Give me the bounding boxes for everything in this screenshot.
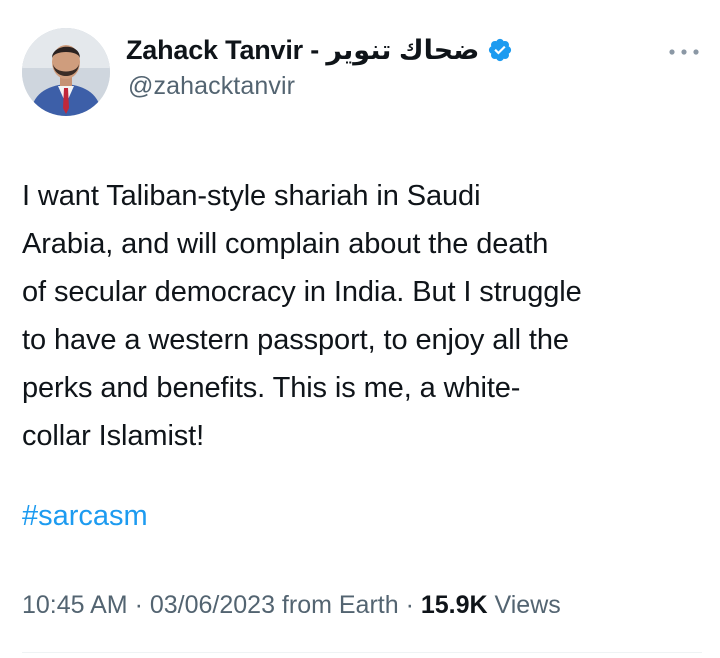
tweet-text-line: to have a western passport, to enjoy all… <box>22 324 569 356</box>
tweet-text-line: collar Islamist! <box>22 420 205 452</box>
more-options-icon[interactable] <box>667 44 701 55</box>
tweet-time[interactable]: 10:45 AM <box>22 591 128 619</box>
tweet-date[interactable]: 03/06/2023 <box>150 591 275 619</box>
author-avatar[interactable] <box>22 28 110 116</box>
views-count[interactable]: 15.9K <box>421 591 488 619</box>
tweet-source: from Earth <box>274 591 399 619</box>
tweet-meta: 10:45 AM · 03/06/2023 from Earth · 15.9K… <box>22 587 561 623</box>
tweet-text-line: of secular democracy in India. But I str… <box>22 276 582 308</box>
meta-separator: · <box>127 591 150 619</box>
hashtag-link[interactable]: #sarcasm <box>22 496 148 536</box>
meta-separator: · <box>398 591 421 619</box>
verified-badge-icon <box>487 37 513 63</box>
tweet-text-line: perks and benefits. This is me, a white- <box>22 372 521 404</box>
views-label: Views <box>487 591 561 619</box>
tweet-text-line: I want Taliban-style shariah in Saudi <box>22 180 481 212</box>
divider <box>22 652 702 653</box>
avatar-image <box>22 28 110 116</box>
tweet-card: Zahack Tanvir - ضحاك تنوير @zahacktanvir… <box>0 0 720 658</box>
author-name-row[interactable]: Zahack Tanvir - ضحاك تنوير <box>126 30 513 70</box>
author-display-name[interactable]: Zahack Tanvir - ضحاك تنوير <box>126 35 480 66</box>
author-handle[interactable]: @zahacktanvir <box>128 72 295 101</box>
tweet-text-line: Arabia, and will complain about the deat… <box>22 228 549 260</box>
tweet-text: I want Taliban-style shariah in Saudi Ar… <box>22 172 702 460</box>
